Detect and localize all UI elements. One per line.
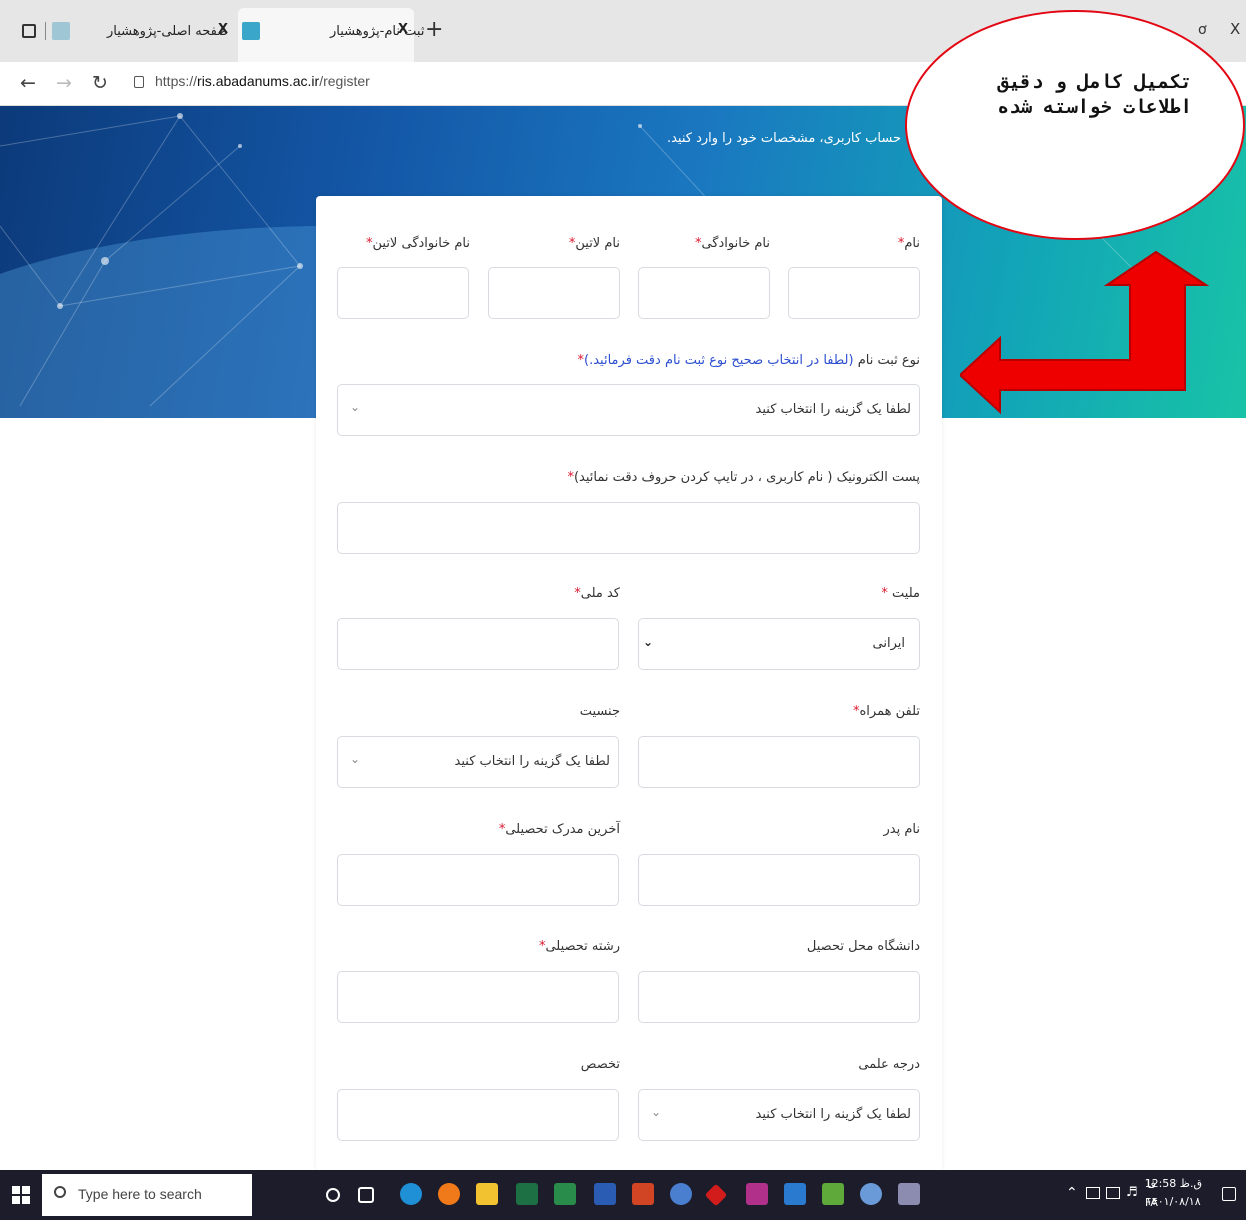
mobile-label: تلفن همراه* [853, 704, 920, 719]
tab-register[interactable]: ثبت نام-پژوهشیار X [238, 8, 424, 62]
file-explorer-icon[interactable] [476, 1183, 498, 1205]
field-of-study-input[interactable] [337, 971, 619, 1023]
instruction-callout: تکمیل کامل و دقیق اطلاعات خواسته شده [905, 10, 1245, 240]
latin-last-name-input[interactable] [337, 267, 469, 319]
gender-value: لطفا یک گزینه را انتخاب کنید [454, 754, 610, 769]
tray-network-icon[interactable] [1086, 1187, 1100, 1199]
windows-start-icon[interactable] [12, 1186, 30, 1204]
father-name-input[interactable] [638, 854, 920, 906]
last-degree-label: آخرین مدرک تحصیلی* [498, 822, 620, 837]
academic-rank-select[interactable]: لطفا یک گزینه را انتخاب کنید ⌄ [638, 1089, 920, 1141]
tab-actions-icon[interactable] [22, 24, 36, 38]
tray-display-icon[interactable] [1106, 1187, 1120, 1199]
search-icon [54, 1186, 66, 1198]
spreadsheet-icon[interactable] [554, 1183, 576, 1205]
tab-home-close-icon[interactable]: X [218, 22, 228, 37]
registration-form: نام* نام خانوادگی* نام لاتین* نام خانواد… [316, 196, 942, 1171]
forward-arrow-icon[interactable]: → [56, 72, 72, 94]
chevron-down-icon: ⌄ [350, 752, 361, 766]
last-name-label: نام خانوادگی* [694, 236, 770, 251]
tab-home-title: صفحه اصلی-پژوهشیار [107, 24, 229, 39]
red-app-icon[interactable] [704, 1183, 728, 1207]
first-name-input[interactable] [788, 267, 920, 319]
tray-chevron-up-icon[interactable]: ⌃ [1066, 1185, 1078, 1201]
restore-window-icon[interactable]: ơ [1198, 22, 1207, 38]
taskbar-clock[interactable]: 12:58 ق.ظ ۱۴۰۱/۰۸/۱۸ [1145, 1175, 1202, 1211]
back-arrow-icon[interactable]: ← [20, 72, 36, 94]
chevron-down-icon: ⌄ [643, 635, 654, 649]
email-input[interactable] [337, 502, 920, 554]
university-label: دانشگاه محل تحصیل [806, 939, 920, 954]
chevron-down-icon: ⌄ [651, 1105, 662, 1119]
paint-app-icon[interactable] [860, 1183, 882, 1205]
site-favicon-icon [52, 22, 70, 40]
new-tab-icon[interactable]: + [425, 17, 443, 42]
tab-separator [45, 22, 46, 40]
tab-home[interactable]: صفحه اصلی-پژوهشیار X [52, 10, 232, 56]
notification-icon[interactable] [1222, 1187, 1236, 1201]
national-code-label: کد ملی* [574, 586, 620, 601]
url-field[interactable]: https://ris.abadanums.ac.ir/register [155, 73, 370, 89]
clock-time: 12:58 ق.ظ [1144, 1177, 1202, 1190]
mobile-input[interactable] [638, 736, 920, 788]
nationality-value: ایرانی [872, 636, 905, 651]
cortana-icon[interactable] [326, 1188, 340, 1202]
windows-taskbar: Type here to search ⌃ ♬ فا FA 12:58 ق.ظ … [0, 1170, 1246, 1220]
photos-app-icon[interactable] [784, 1183, 806, 1205]
calculator-icon[interactable] [898, 1183, 920, 1205]
last-degree-input[interactable] [337, 854, 619, 906]
refresh-icon[interactable]: ↻ [92, 72, 108, 94]
gender-label: جنسیت [579, 704, 620, 719]
field-of-study-label: رشته تحصیلی* [538, 939, 620, 954]
registration-type-select[interactable]: لطفا یک گزینه را انتخاب کنید ⌄ [337, 384, 920, 436]
academic-rank-value: لطفا یک گزینه را انتخاب کنید [755, 1107, 911, 1122]
latin-name-input[interactable] [488, 267, 620, 319]
nationality-label: ملیت * [881, 586, 920, 601]
green-app-icon[interactable] [822, 1183, 844, 1205]
archive-app-icon[interactable] [746, 1183, 768, 1205]
email-label: پست الکترونیک ( نام کاربری ، در تایپ کرد… [567, 470, 920, 485]
url-domain: ris.abadanums.ac.ir [197, 73, 320, 89]
gender-select[interactable]: لطفا یک گزینه را انتخاب کنید ⌄ [337, 736, 619, 788]
word-icon[interactable] [594, 1183, 616, 1205]
callout-text: تکمیل کامل و دقیق اطلاعات خواسته شده [997, 71, 1192, 118]
task-view-icon[interactable] [358, 1187, 374, 1203]
nationality-select[interactable]: ایرانی ⌄ [638, 618, 920, 670]
screen-recorder-icon[interactable] [670, 1183, 692, 1205]
close-window-icon[interactable]: X [1230, 20, 1240, 38]
tab-register-close-icon[interactable]: X [398, 22, 408, 37]
url-path: /register [319, 73, 370, 89]
excel-icon[interactable] [516, 1183, 538, 1205]
university-input[interactable] [638, 971, 920, 1023]
registration-type-label: نوع ثبت نام (لطفا در انتخاب صحیح نوع ثبت… [577, 353, 920, 368]
taskbar-search-placeholder: Type here to search [78, 1186, 202, 1202]
powerpoint-icon[interactable] [632, 1183, 654, 1205]
lock-icon [134, 76, 144, 88]
specialty-input[interactable] [337, 1089, 619, 1141]
first-name-label: نام* [897, 236, 920, 251]
last-name-input[interactable] [638, 267, 770, 319]
url-prefix: https:// [155, 73, 198, 89]
clock-date: ۱۴۰۱/۰۸/۱۸ [1145, 1195, 1201, 1208]
father-name-label: نام پدر [883, 822, 920, 837]
site-favicon-icon [242, 22, 260, 40]
registration-type-value: لطفا یک گزینه را انتخاب کنید [755, 402, 911, 417]
national-code-input[interactable] [337, 618, 619, 670]
latin-last-name-label: نام خانوادگی لاتین* [366, 236, 470, 251]
edge-browser-icon[interactable] [400, 1183, 422, 1205]
tab-register-title: ثبت نام-پژوهشیار [330, 24, 425, 39]
latin-name-label: نام لاتین* [568, 236, 620, 251]
academic-rank-label: درجه علمی [858, 1057, 920, 1072]
hero-description: حساب کاربری، مشخصات خود را وارد کنید. [666, 131, 901, 146]
red-arrow-annotation [960, 250, 1210, 415]
chevron-down-icon: ⌄ [350, 400, 361, 414]
specialty-label: تخصص [580, 1057, 620, 1072]
firefox-icon[interactable] [438, 1183, 460, 1205]
taskbar-search-box[interactable]: Type here to search [42, 1174, 252, 1216]
tray-volume-icon[interactable]: ♬ [1126, 1185, 1138, 1200]
